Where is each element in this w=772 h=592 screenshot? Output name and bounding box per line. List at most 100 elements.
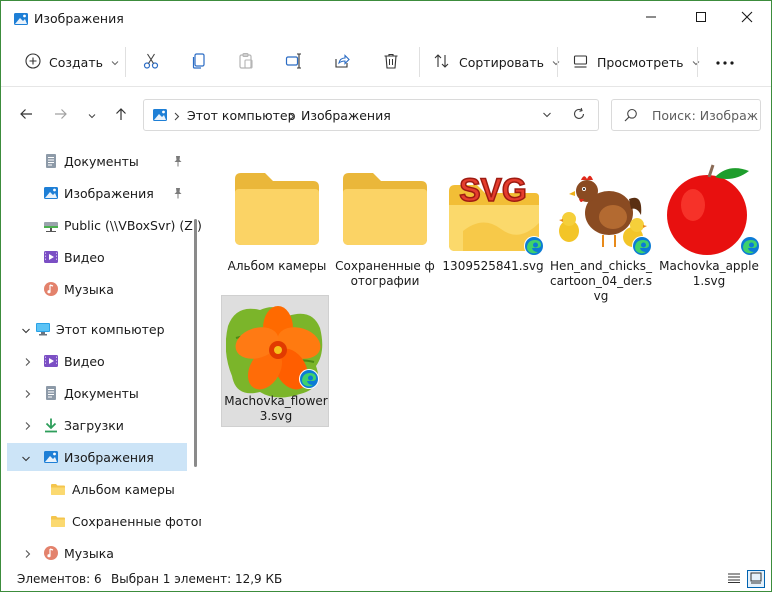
file-name: Альбом камеры [227, 259, 327, 273]
rename-button[interactable] [285, 49, 303, 75]
paste-button[interactable] [237, 49, 255, 75]
paste-icon [237, 52, 255, 73]
nav-label: Загрузки [64, 418, 124, 433]
large-icons-view-button[interactable] [747, 570, 765, 588]
folder-icon [50, 513, 66, 529]
file-item-svg[interactable]: Machovka_apple1.svg [655, 155, 763, 288]
window-title: Изображения [34, 11, 124, 26]
music-icon [43, 281, 59, 297]
minimize-button[interactable] [627, 1, 675, 35]
view-icon [573, 53, 589, 72]
pictures-icon [43, 449, 59, 465]
command-bar: Создать Сортировать Просмотреть [1, 37, 771, 87]
pictures-icon [13, 11, 29, 27]
create-button[interactable]: Создать [25, 49, 119, 75]
view-button[interactable]: Просмотреть [573, 49, 700, 75]
nav-label: Музыка [64, 546, 114, 561]
nav-item-music-quick[interactable]: Музыка [7, 275, 187, 303]
svg-text:SVG: SVG [459, 172, 527, 208]
share-button[interactable] [333, 49, 351, 75]
file-list: Альбом камеры Сохраненные фотографии SVG [205, 141, 771, 565]
refresh-button[interactable] [572, 107, 586, 124]
up-button[interactable] [111, 105, 131, 125]
toolbar-divider [419, 47, 420, 77]
chevron-down-icon [111, 55, 119, 69]
forward-button[interactable] [51, 105, 71, 125]
pin-icon [173, 187, 183, 202]
details-view-button[interactable] [725, 570, 743, 588]
chevron-down-icon [88, 108, 96, 122]
arrow-left-icon [19, 107, 33, 124]
chevron-down-icon[interactable] [21, 324, 31, 338]
nav-label: Музыка [64, 282, 114, 297]
create-label: Создать [49, 54, 103, 70]
nav-label: Сохраненные фотогр [72, 514, 201, 529]
nav-item-saved-pictures[interactable]: Сохраненные фотогр [7, 507, 201, 535]
chevron-down-icon [542, 109, 552, 123]
cut-icon [142, 52, 160, 73]
view-label: Просмотреть [597, 54, 684, 70]
refresh-icon [572, 107, 586, 124]
file-name: 1309525841.svg [442, 259, 544, 273]
maximize-icon [695, 11, 707, 26]
nav-label: Альбом камеры [72, 482, 175, 497]
share-icon [333, 52, 351, 73]
delete-icon [382, 52, 400, 73]
minimize-icon [645, 11, 657, 26]
search-input[interactable]: Поиск: Изображе... [652, 108, 758, 123]
address-bar[interactable]: Этот компьютер Изображения [143, 99, 599, 131]
nav-label: Видео [64, 250, 105, 265]
folder-icon [335, 161, 435, 257]
nav-item-downloads[interactable]: Загрузки [7, 411, 187, 439]
status-bar: Элементов: 6 Выбран 1 элемент: 12,9 КБ [1, 567, 771, 591]
nav-scrollbar[interactable] [194, 219, 197, 467]
nav-label: Видео [64, 354, 105, 369]
file-item-svg[interactable]: Machovka_flower3.svg [221, 295, 329, 427]
edge-browser-icon [631, 235, 653, 260]
pin-icon [173, 155, 183, 170]
chevron-right-icon[interactable] [25, 548, 31, 562]
videos-icon [43, 353, 59, 369]
address-history-button[interactable] [542, 109, 552, 123]
breadcrumb-pictures[interactable]: Изображения [301, 108, 391, 123]
rename-icon [285, 52, 303, 73]
close-button[interactable] [723, 1, 771, 35]
computer-icon [35, 321, 51, 337]
more-button[interactable] [715, 49, 735, 75]
nav-item-network-drive[interactable]: Public (\\VBoxSvr) (Z:) [7, 211, 201, 239]
file-item-folder[interactable]: Сохраненные фотографии [331, 155, 439, 288]
file-item-svg[interactable]: SVG 1309525841.svg [439, 155, 547, 285]
nav-item-camera-roll[interactable]: Альбом камеры [7, 475, 187, 503]
chevron-right-icon[interactable] [25, 356, 31, 370]
copy-button[interactable] [190, 49, 208, 75]
file-item-svg[interactable]: Hen_and_chicks_cartoon_04_der.svg [547, 155, 655, 303]
nav-item-videos-quick[interactable]: Видео [7, 243, 187, 271]
chevron-right-icon [289, 110, 295, 124]
nav-label: Документы [64, 386, 139, 401]
search-box[interactable]: Поиск: Изображе... [611, 99, 761, 131]
chevron-right-icon[interactable] [25, 420, 31, 434]
nav-label: Изображения [64, 186, 154, 201]
back-button[interactable] [16, 105, 36, 125]
breadcrumb-this-pc[interactable]: Этот компьютер [187, 108, 296, 123]
nav-item-music[interactable]: Музыка [7, 539, 187, 565]
nav-item-pictures[interactable]: Изображения [7, 443, 187, 471]
sort-button[interactable]: Сортировать [433, 49, 560, 75]
nav-label: Документы [64, 154, 139, 169]
cut-button[interactable] [142, 49, 160, 75]
chevron-right-icon[interactable] [25, 388, 31, 402]
new-icon [25, 52, 41, 72]
recent-locations-button[interactable] [82, 105, 102, 125]
delete-button[interactable] [382, 49, 400, 75]
copy-icon [190, 52, 208, 73]
file-item-folder[interactable]: Альбом камеры [223, 155, 331, 285]
nav-item-pictures-quick[interactable]: Изображения [7, 179, 187, 207]
more-icon [715, 55, 735, 69]
nav-item-videos[interactable]: Видео [7, 347, 187, 375]
file-name: Machovka_apple1.svg [659, 259, 759, 288]
chevron-down-icon[interactable] [21, 452, 31, 466]
maximize-button[interactable] [677, 1, 725, 35]
nav-item-documents-quick[interactable]: Документы [7, 147, 187, 175]
nav-item-documents[interactable]: Документы [7, 379, 187, 407]
nav-item-this-pc[interactable]: Этот компьютер [7, 315, 187, 343]
